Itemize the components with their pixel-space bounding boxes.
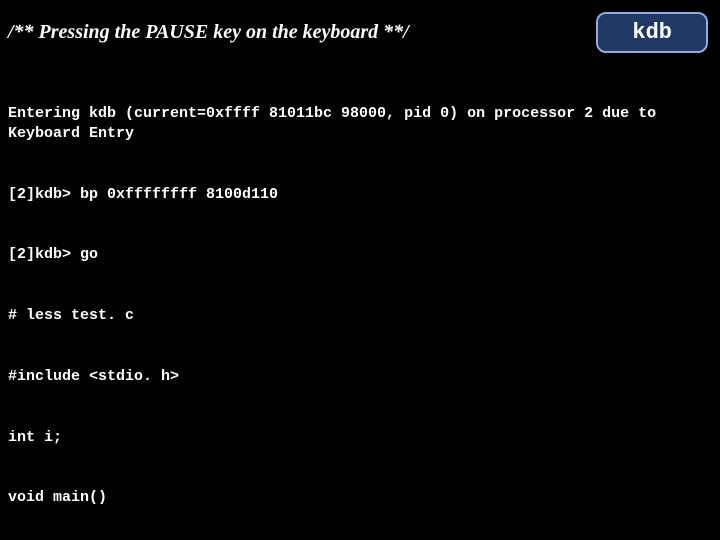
header-row: /** Pressing the PAUSE key on the keyboa… [0, 0, 720, 59]
shell-less-line: # less test. c [8, 306, 712, 326]
kdb-go-line: [2]kdb> go [8, 245, 712, 265]
src-main-line: void main() [8, 488, 712, 508]
src-decl-line: int i; [8, 428, 712, 448]
kdb-bp-line: [2]kdb> bp 0xffffffff 8100d110 [8, 185, 712, 205]
terminal-output: Entering kdb (current=0xffff 81011bc 980… [0, 59, 720, 540]
kdb-enter-line-1: Entering kdb (current=0xffff 81011bc 980… [8, 104, 712, 145]
pause-comment: /** Pressing the PAUSE key on the keyboa… [8, 21, 596, 44]
kdb-badge: kdb [596, 12, 708, 53]
src-include-line: #include <stdio. h> [8, 367, 712, 387]
